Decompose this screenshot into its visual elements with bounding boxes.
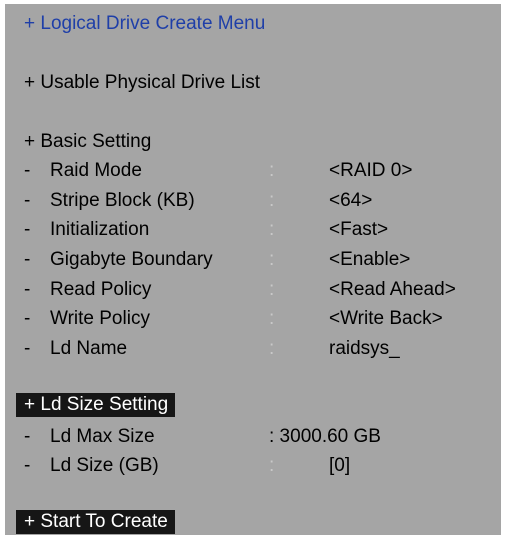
gigabyte-boundary-row[interactable]: - Gigabyte Boundary : <Enable> [24,248,410,272]
separator: : [269,160,275,181]
ld-name-value[interactable]: raidsys_ [329,337,400,361]
write-policy-label: Write Policy [50,308,150,329]
basic-setting-header[interactable]: + Basic Setting [24,130,151,154]
usable-physical-drive-list[interactable]: + Usable Physical Drive List [24,71,260,95]
read-policy-row[interactable]: - Read Policy : <Read Ahead> [24,278,456,302]
gigabyte-boundary-label: Gigabyte Boundary [50,249,213,270]
raid-mode-row[interactable]: - Raid Mode : <RAID 0> [24,159,412,183]
row-marker: - [24,455,31,476]
read-policy-value[interactable]: <Read Ahead> [329,278,456,302]
raid-mode-label: Raid Mode [50,160,142,181]
ld-size-setting-header[interactable]: + Ld Size Setting [16,393,176,417]
logical-drive-create-panel: + Logical Drive Create Menu + Usable Phy… [5,4,501,535]
stripe-block-row[interactable]: - Stripe Block (KB) : <64> [24,189,372,213]
initialization-row[interactable]: - Initialization : <Fast> [24,218,388,242]
menu-title: + Logical Drive Create Menu [24,13,266,34]
ld-size-value[interactable]: [0] [329,454,350,478]
row-marker: - [24,219,31,240]
stripe-block-value[interactable]: <64> [329,189,372,213]
write-policy-row[interactable]: - Write Policy : <Write Back> [24,307,443,331]
write-policy-value[interactable]: <Write Back> [329,307,443,331]
read-policy-label: Read Policy [50,279,152,300]
gigabyte-boundary-value[interactable]: <Enable> [329,248,410,272]
ld-max-size-value: : 3000.60 GB [269,426,381,447]
separator: : [269,219,275,240]
ld-max-size-label: Ld Max Size [50,426,155,447]
ld-name-row[interactable]: - Ld Name : raidsys_ [24,337,400,361]
separator: : [269,338,275,359]
row-marker: - [24,279,31,300]
ld-max-size-row: - Ld Max Size : 3000.60 GB [24,425,381,449]
ld-size-row[interactable]: - Ld Size (GB) : [0] [24,454,350,478]
start-to-create-button[interactable]: + Start To Create [16,510,175,534]
row-marker: - [24,308,31,329]
raid-mode-value[interactable]: <RAID 0> [329,159,412,183]
row-marker: - [24,426,31,447]
stripe-block-label: Stripe Block (KB) [50,190,195,211]
row-marker: - [24,338,31,359]
row-marker: - [24,160,31,181]
row-marker: - [24,190,31,211]
row-marker: - [24,249,31,270]
separator: : [269,455,275,476]
separator: : [269,279,275,300]
separator: : [269,249,275,270]
separator: : [269,190,275,211]
ld-size-label: Ld Size (GB) [50,455,159,476]
initialization-label: Initialization [50,219,150,240]
ld-name-label: Ld Name [50,338,128,359]
initialization-value[interactable]: <Fast> [329,218,388,242]
separator: : [269,308,275,329]
